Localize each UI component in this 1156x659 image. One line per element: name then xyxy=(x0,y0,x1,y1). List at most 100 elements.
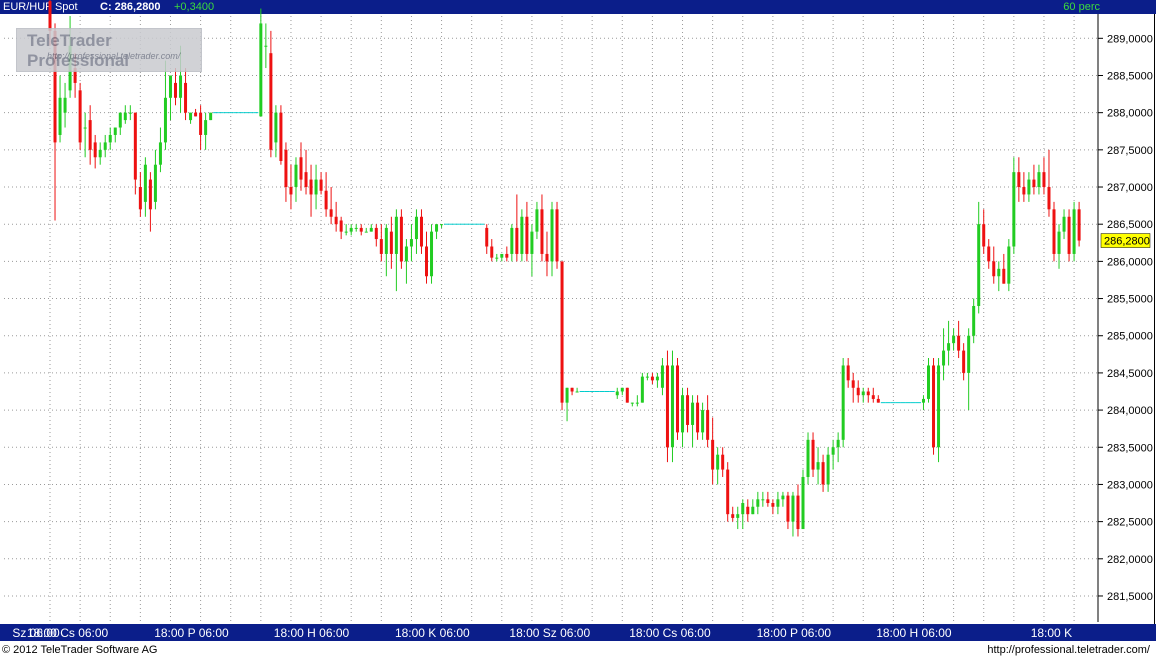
candle-body xyxy=(1032,179,1036,188)
x-tick-label: 18:00 H 06:00 xyxy=(274,626,350,640)
candle-body xyxy=(932,365,936,448)
candle-body xyxy=(284,149,288,188)
candle-body xyxy=(761,499,765,501)
candle-body xyxy=(1007,246,1011,284)
candle-body xyxy=(957,335,961,351)
candle-body xyxy=(1012,172,1016,247)
candle-body xyxy=(199,112,203,135)
candle-body xyxy=(866,391,870,396)
candle-body xyxy=(515,227,519,254)
candle-body xyxy=(921,398,925,403)
candle-body xyxy=(1077,209,1081,241)
y-tick-label: 284,5000 xyxy=(1107,368,1153,380)
candle-body xyxy=(294,164,298,188)
candle-body xyxy=(1057,231,1061,254)
candle-body xyxy=(791,495,795,522)
candle-body xyxy=(665,365,669,448)
candle-body xyxy=(816,462,820,470)
candle-body xyxy=(520,216,524,254)
candle-body xyxy=(525,216,529,254)
candle-body xyxy=(741,503,745,515)
candle-body xyxy=(676,365,679,433)
candle-body xyxy=(344,231,348,233)
candle-body xyxy=(490,246,494,258)
x-tick-label: 18:00 Sz 06:00 xyxy=(509,626,590,640)
y-tick-label: 287,5000 xyxy=(1107,145,1153,157)
candle-body xyxy=(174,82,177,98)
y-tick-label: 288,5000 xyxy=(1107,70,1153,82)
candle-body xyxy=(982,224,986,247)
candle-body xyxy=(731,514,735,518)
candle-body xyxy=(510,227,514,254)
candle-body xyxy=(414,216,418,240)
candle-body xyxy=(530,231,534,254)
candle-body xyxy=(550,209,554,262)
candle-body xyxy=(861,391,865,396)
candle-body xyxy=(706,410,710,440)
candle-body xyxy=(871,395,875,399)
candle-body xyxy=(505,253,509,258)
candle-body xyxy=(831,447,835,455)
candle-body xyxy=(540,209,544,254)
candle-body xyxy=(78,90,82,143)
candle-body xyxy=(726,469,730,515)
candle-body xyxy=(440,224,444,226)
candle-body xyxy=(670,365,674,448)
candle-body xyxy=(103,142,107,150)
candle-body xyxy=(93,142,97,158)
candle-body xyxy=(299,157,303,180)
candle-body xyxy=(128,112,132,114)
copyright-text: © 2012 TeleTrader Software AG xyxy=(2,644,158,656)
candle-body xyxy=(796,495,800,530)
candle-body xyxy=(821,462,825,485)
candle-body xyxy=(972,305,976,336)
candle-body xyxy=(118,112,122,128)
candle-body xyxy=(189,112,193,121)
candle-body xyxy=(565,387,569,403)
candle-body xyxy=(430,231,434,277)
candle-body xyxy=(1047,187,1051,210)
candle-body xyxy=(133,112,137,180)
y-tick-label: 283,0000 xyxy=(1107,479,1153,491)
candle-body xyxy=(751,506,755,515)
candle-body xyxy=(766,499,770,504)
candle-body xyxy=(841,365,845,440)
candle-body xyxy=(138,187,142,210)
y-tick-label: 282,0000 xyxy=(1107,554,1153,566)
footer-url[interactable]: http://professional.teletrader.com/ xyxy=(987,641,1150,659)
candle-body xyxy=(334,216,338,225)
candle-body xyxy=(1002,268,1006,284)
candle-body xyxy=(560,261,564,403)
y-tick-label: 289,0000 xyxy=(1107,33,1153,45)
candle-body xyxy=(681,395,685,433)
candle-body xyxy=(158,142,162,165)
x-tick-label: 18:00 Cs 06:00 xyxy=(27,626,109,640)
candle-body xyxy=(500,253,504,258)
candle-body xyxy=(686,395,690,425)
candle-body xyxy=(746,506,750,515)
candle-body xyxy=(204,120,208,135)
candle-body xyxy=(942,350,946,366)
candle-body xyxy=(359,227,363,232)
candle-body xyxy=(721,454,725,470)
candle-body xyxy=(259,23,263,117)
candle-body xyxy=(108,134,112,143)
y-tick-label: 288,0000 xyxy=(1107,108,1153,120)
x-tick-label: 18:00 K xyxy=(1031,626,1072,640)
candle-body xyxy=(264,45,268,47)
candle-body xyxy=(495,257,499,259)
candle-body xyxy=(88,120,92,150)
candle-body xyxy=(314,179,318,195)
candle-body xyxy=(635,402,639,404)
candle-body xyxy=(319,179,323,191)
candle-body xyxy=(1067,216,1071,254)
candle-body xyxy=(851,380,855,388)
candle-body xyxy=(645,376,649,378)
candle-body xyxy=(409,239,413,247)
candle-body xyxy=(997,268,1001,277)
candle-body xyxy=(123,112,127,121)
candle-body xyxy=(771,503,775,507)
candle-body xyxy=(937,365,941,448)
y-tick-label: 284,0000 xyxy=(1107,405,1153,417)
candlestick-chart[interactable]: 281,5000 282,0000 282,5000 283,0000 283,5000… xyxy=(0,0,1156,659)
